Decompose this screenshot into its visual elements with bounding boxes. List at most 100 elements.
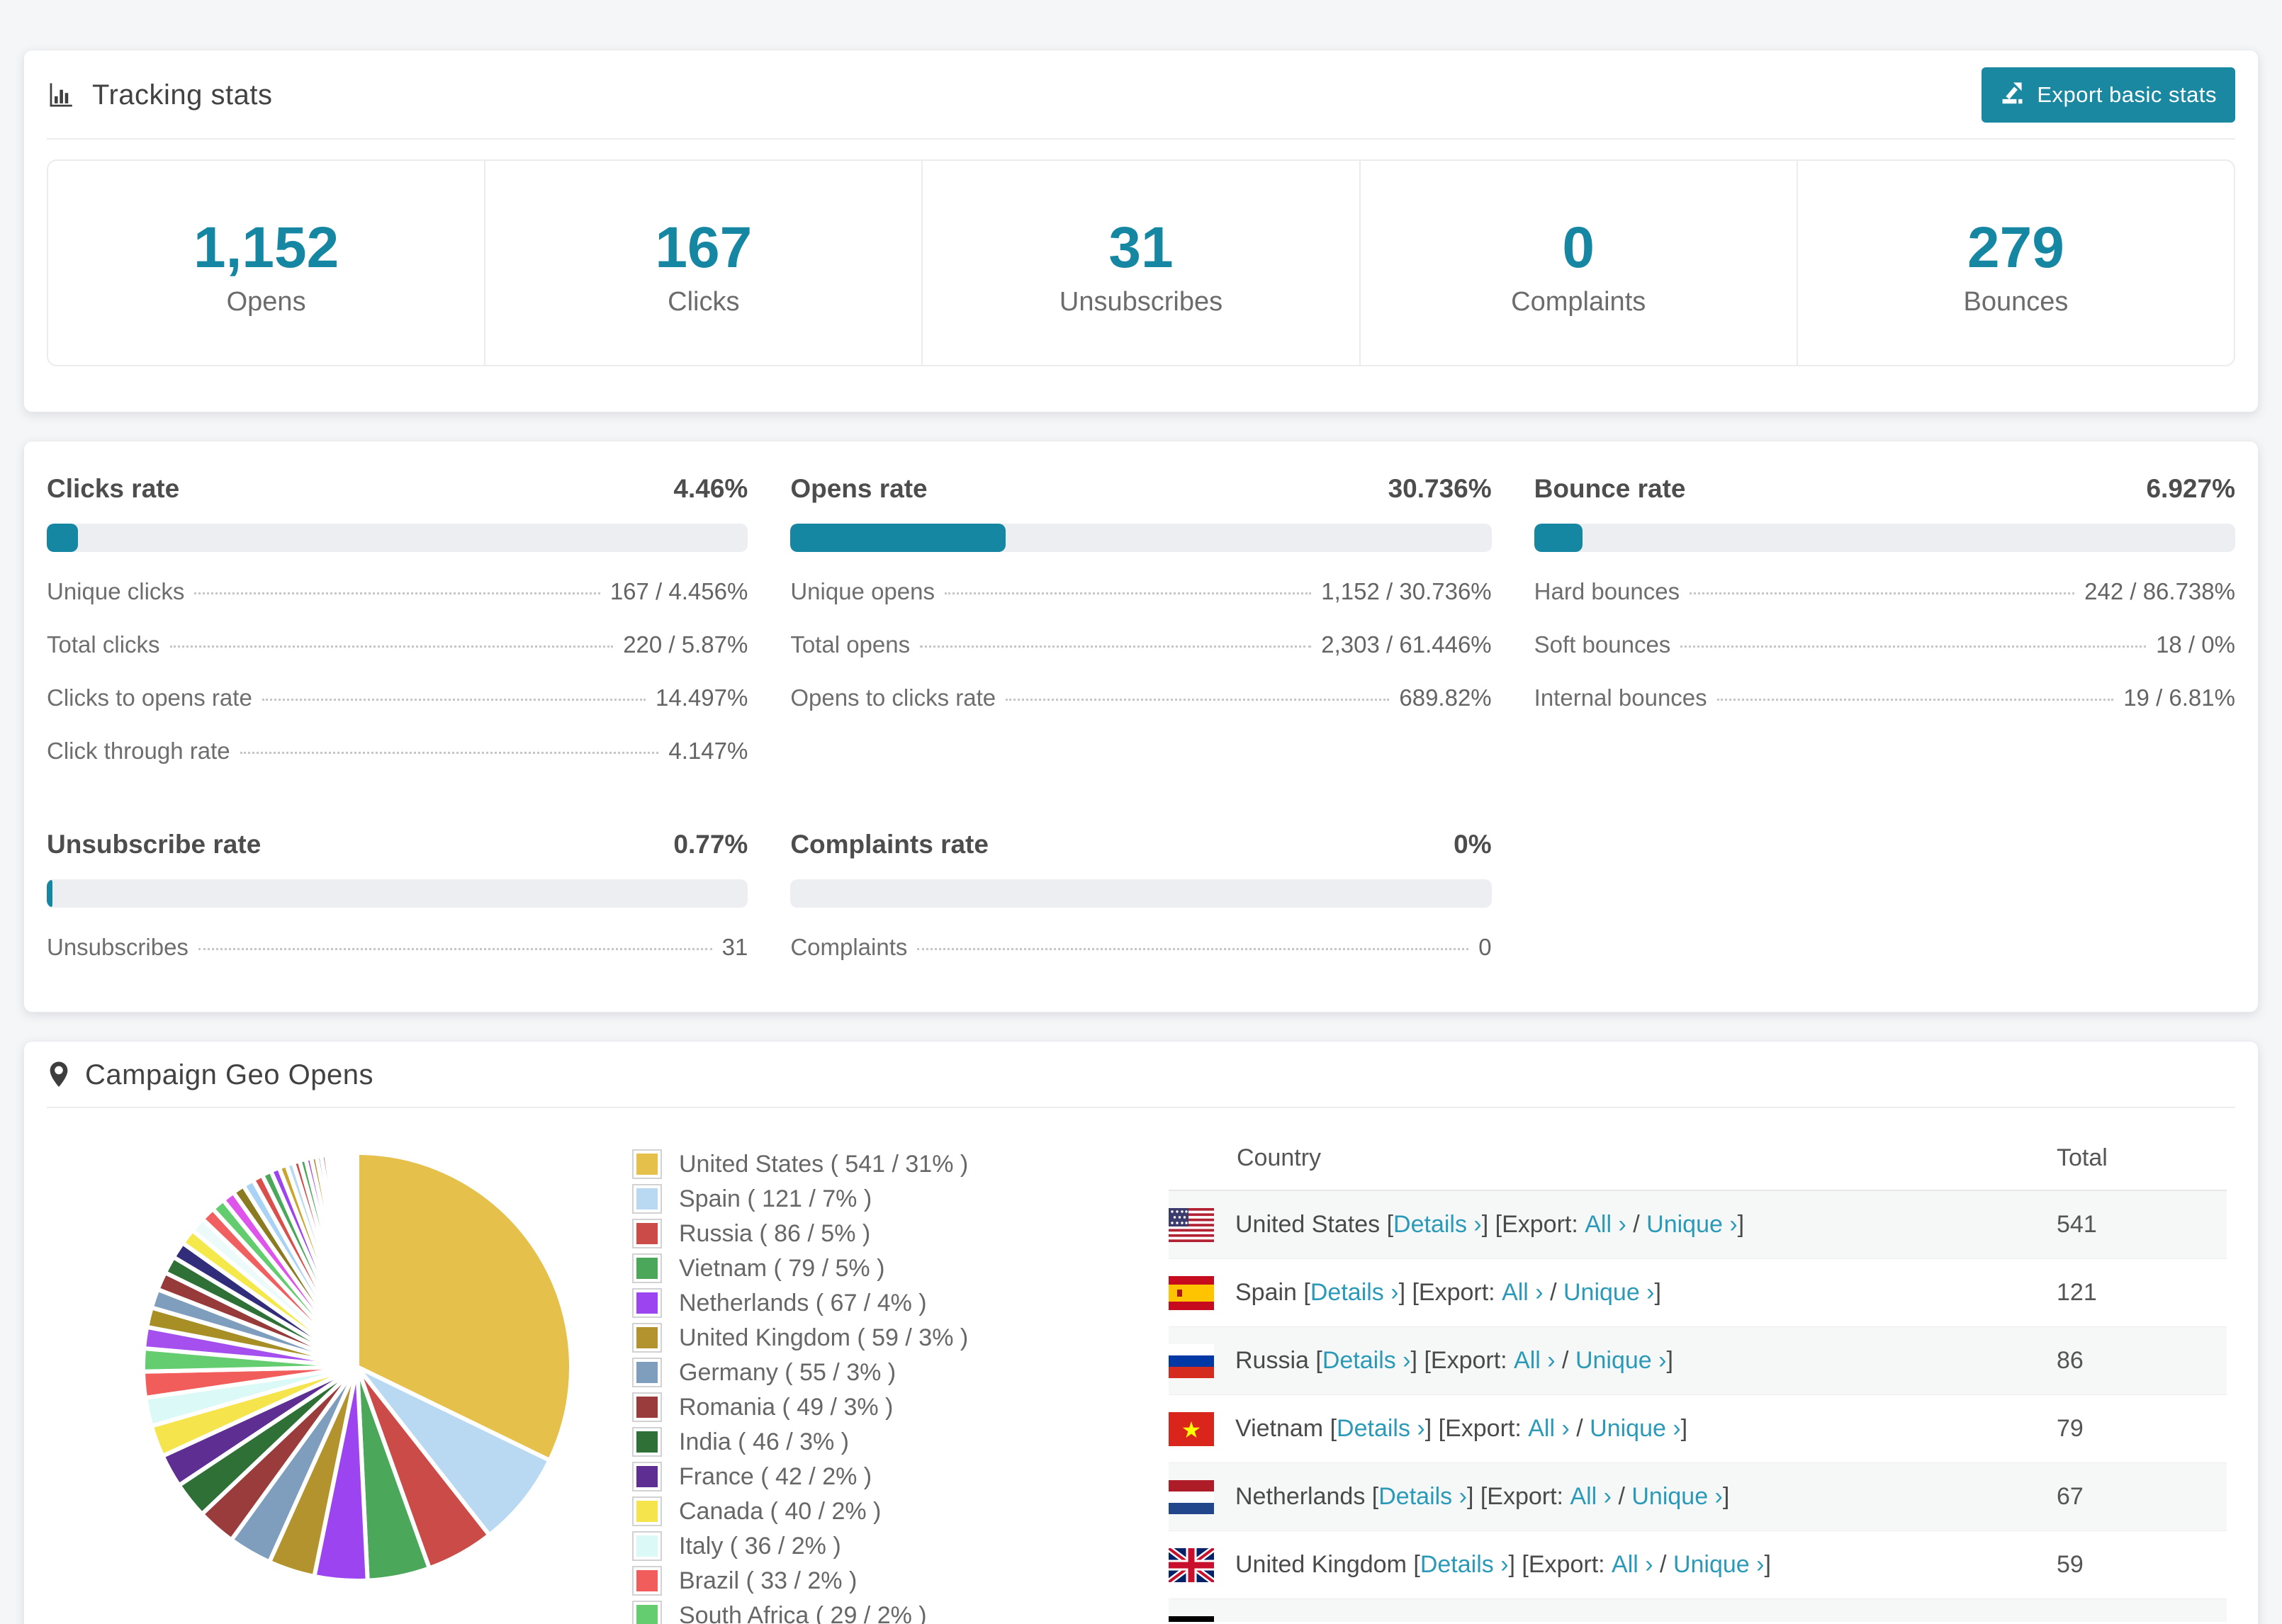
rate-detail-label: Clicks to opens rate [47, 684, 252, 711]
dotted-leader [240, 752, 659, 754]
rate-detail-row: Hard bounces 242 / 86.738% [1534, 578, 2235, 605]
details-link[interactable]: Details › [1378, 1483, 1467, 1511]
export-all-link[interactable]: All › [1570, 1483, 1612, 1511]
rate-detail-label: Complaints [790, 934, 908, 960]
rate-value: 0.77% [673, 830, 748, 859]
geo-title-text: Campaign Geo Opens [85, 1059, 374, 1090]
export-basic-stats-button[interactable]: Export basic stats [1982, 67, 2235, 123]
legend-color-swatch [632, 1149, 662, 1179]
tracking-stats-header: Tracking stats Export basic stats [24, 50, 2258, 138]
export-all-link[interactable]: All › [1514, 1347, 1556, 1375]
dotted-leader [917, 948, 1469, 950]
export-unique-link[interactable]: Unique › [1631, 1483, 1723, 1511]
rate-detail-label: Total opens [790, 631, 911, 658]
rate-detail-value: 14.497% [656, 684, 748, 711]
rate-value: 30.736% [1388, 474, 1492, 503]
rate-detail-row: Internal bounces 19 / 6.81% [1534, 684, 2235, 711]
export-unique-link[interactable]: Unique › [1646, 1211, 1738, 1239]
legend-item: Canada ( 40 / 2% ) [632, 1496, 1047, 1526]
summary-stat-value: 167 [655, 215, 753, 280]
legend-color-swatch [632, 1531, 662, 1561]
rate-title: Complaints rate [790, 830, 989, 859]
rate-detail-row: Total opens 2,303 / 61.446% [790, 631, 1491, 658]
summary-stat-value: 1,152 [193, 215, 339, 280]
legend-label: Canada ( 40 / 2% ) [679, 1497, 882, 1525]
legend-item: United States ( 541 / 31% ) [632, 1149, 1047, 1179]
export-all-link[interactable]: All › [1528, 1415, 1570, 1443]
rate-detail-row: Unique opens 1,152 / 30.736% [790, 578, 1491, 605]
rate-detail-label: Internal bounces [1534, 684, 1707, 711]
country-flag-icon [1169, 1411, 1214, 1446]
summary-stats-box: 1,152 Opens 167 Clicks 31 Unsubscribes 0… [47, 159, 2235, 366]
legend-color-swatch [632, 1427, 662, 1457]
export-unique-link[interactable]: Unique › [1563, 1279, 1655, 1307]
tracking-stats-card: Tracking stats Export basic stats 1,152 … [23, 50, 2259, 412]
rate-progress-track [1534, 524, 2235, 552]
legend-item: India ( 46 / 3% ) [632, 1427, 1047, 1457]
details-link[interactable]: Details › [1393, 1211, 1482, 1239]
rate-detail-rows: Complaints 0 [790, 934, 1491, 961]
details-link[interactable]: Details › [1348, 1619, 1437, 1622]
legend-label: South Africa ( 29 / 2% ) [679, 1601, 927, 1624]
rate-detail-label: Unique clicks [47, 578, 185, 604]
legend-color-swatch [632, 1219, 662, 1248]
geo-row-text: Russia [Details ›] [Export: All › / Uniq… [1235, 1347, 1673, 1375]
rate-detail-label: Total clicks [47, 631, 160, 658]
map-pin-icon [47, 1059, 71, 1091]
rate-detail-label: Opens to clicks rate [790, 684, 996, 711]
legend-label: France ( 42 / 2% ) [679, 1462, 872, 1490]
rate-title: Opens rate [790, 474, 928, 503]
details-link[interactable]: Details › [1310, 1279, 1399, 1307]
details-link[interactable]: Details › [1322, 1347, 1411, 1375]
legend-color-swatch [632, 1288, 662, 1318]
summary-stat-label: Bounces [1963, 287, 2069, 317]
export-unique-link[interactable]: Unique › [1673, 1551, 1765, 1579]
export-all-link[interactable]: All › [1612, 1551, 1653, 1579]
legend-label: Spain ( 121 / 7% ) [679, 1185, 872, 1212]
rate-detail-value: 31 [721, 934, 748, 960]
rate-detail-rows: Unique clicks 167 / 4.456% Total clicks … [47, 578, 748, 765]
details-link[interactable]: Details › [1337, 1415, 1425, 1443]
rate-value: 0% [1454, 830, 1492, 859]
export-unique-link[interactable]: Unique › [1601, 1619, 1692, 1622]
rate-progress-track [47, 524, 748, 552]
country-flag-icon [1169, 1615, 1214, 1622]
export-unique-link[interactable]: Unique › [1590, 1415, 1681, 1443]
rate-detail-label: Hard bounces [1534, 578, 1680, 604]
country-name: Vietnam [1235, 1415, 1324, 1442]
rate-detail-row: Opens to clicks rate 689.82% [790, 684, 1491, 711]
geo-table-body: United States [Details ›] [Export: All ›… [1169, 1191, 2227, 1622]
details-link[interactable]: Details › [1420, 1551, 1509, 1579]
legend-label: Russia ( 86 / 5% ) [679, 1219, 871, 1247]
legend-color-swatch [632, 1601, 662, 1624]
geo-header: Campaign Geo Opens [24, 1042, 2258, 1107]
country-flag-icon [1169, 1547, 1214, 1582]
rate-detail-label: Unique opens [790, 578, 935, 604]
country-name: Germany [1235, 1619, 1334, 1622]
rate-detail-row: Complaints 0 [790, 934, 1491, 961]
export-all-link[interactable]: All › [1585, 1211, 1626, 1239]
dotted-leader [1680, 645, 2147, 648]
pie-slice [354, 1150, 359, 1369]
dotted-leader [920, 645, 1312, 648]
rate-title: Clicks rate [47, 474, 180, 503]
export-all-link[interactable]: All › [1539, 1619, 1581, 1622]
rates-grid: Clicks rate 4.46% Unique clicks 167 / 4.… [47, 474, 2235, 961]
rate-detail-label: Unsubscribes [47, 934, 189, 960]
export-unique-link[interactable]: Unique › [1575, 1347, 1667, 1375]
rate-detail-rows: Unique opens 1,152 / 30.736% Total opens… [790, 578, 1491, 711]
legend-color-swatch [632, 1323, 662, 1353]
geo-row-text: Germany [Details ›] [Export: All › / Uni… [1235, 1619, 2057, 1622]
geo-row-text: Netherlands [Details ›] [Export: All › /… [1235, 1483, 1730, 1511]
rate-progress-fill [790, 524, 1006, 552]
rate-block-complaints-rate: Complaints rate 0% Complaints 0 [790, 830, 1492, 961]
geo-table-row-vn: Vietnam [Details ›] [Export: All › / Uni… [1169, 1395, 2227, 1463]
legend-item: Spain ( 121 / 7% ) [632, 1184, 1047, 1214]
geo-opens-pie-chart [141, 1150, 573, 1583]
rate-block-clicks-rate: Clicks rate 4.46% Unique clicks 167 / 4.… [47, 474, 748, 765]
export-icon [2000, 79, 2025, 111]
export-all-link[interactable]: All › [1502, 1279, 1544, 1307]
country-name: United Kingdom [1235, 1551, 1407, 1578]
geo-table-header-total: Total [2057, 1144, 2108, 1171]
legend-label: Italy ( 36 / 2% ) [679, 1532, 841, 1560]
